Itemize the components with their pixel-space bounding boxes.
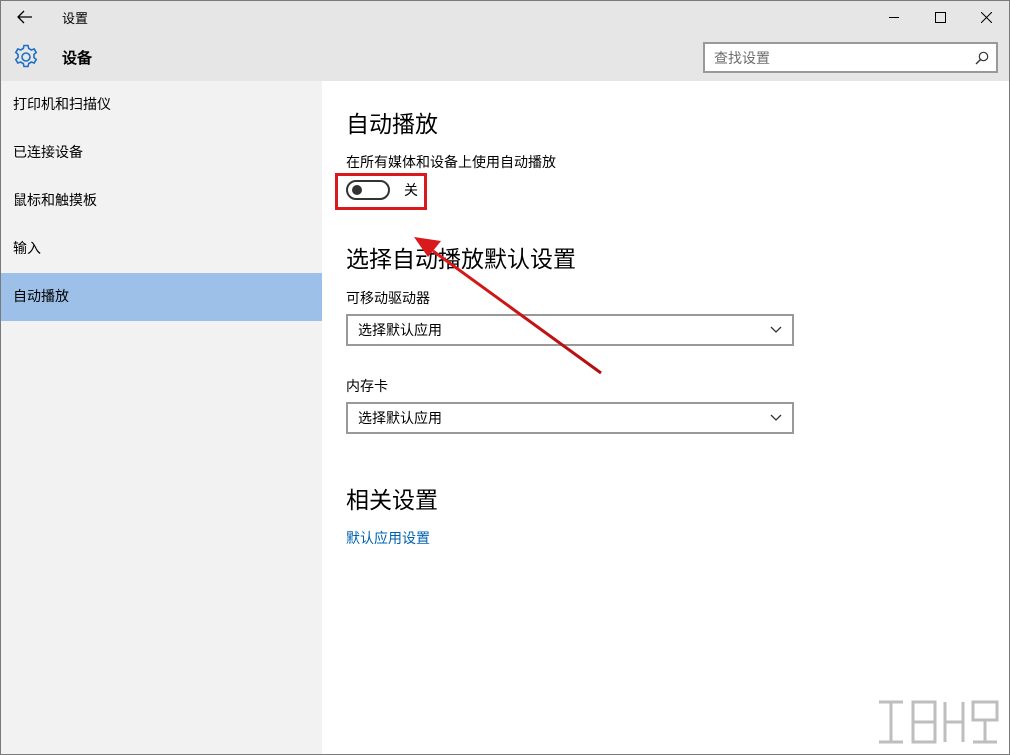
chevron-down-icon: [760, 316, 792, 344]
removable-drive-dropdown[interactable]: 选择默认应用: [346, 314, 794, 346]
sidebar-item-autoplay[interactable]: 自动播放: [1, 273, 322, 321]
annotation-highlight-box: [335, 173, 427, 210]
close-button[interactable]: [963, 1, 1009, 33]
settings-window: 设置 设备 查找设置 打印机和扫描仪 已连接设备 鼠标和触摸板: [0, 0, 1010, 755]
title-bar: 设置: [1, 1, 1009, 33]
memory-card-dropdown[interactable]: 选择默认应用: [346, 402, 794, 434]
main-content: 自动播放 在所有媒体和设备上使用自动播放 关 选择自动播放默认设置 可移动驱动器…: [322, 81, 1009, 755]
defaults-heading: 选择自动播放默认设置: [346, 240, 576, 274]
watermark-logo: [873, 694, 1005, 752]
memory-card-value: 选择默认应用: [348, 408, 760, 428]
search-placeholder[interactable]: 查找设置: [705, 48, 968, 68]
search-icon[interactable]: [968, 44, 996, 71]
search-input[interactable]: 查找设置: [703, 42, 998, 73]
autoplay-heading: 自动播放: [346, 105, 438, 139]
sidebar-item-connected-devices[interactable]: 已连接设备: [1, 129, 322, 177]
back-arrow-icon: [17, 10, 33, 24]
close-icon: [981, 12, 992, 23]
maximize-icon: [935, 12, 946, 23]
page-title: 设备: [62, 47, 92, 68]
default-apps-link[interactable]: 默认应用设置: [346, 528, 430, 548]
removable-drive-value: 选择默认应用: [348, 320, 760, 340]
removable-drive-label: 可移动驱动器: [346, 288, 430, 308]
chevron-down-icon: [760, 404, 792, 432]
maximize-button[interactable]: [917, 1, 963, 33]
sidebar-item-printers[interactable]: 打印机和扫描仪: [1, 81, 322, 129]
window-title: 设置: [62, 8, 88, 27]
sidebar-item-typing[interactable]: 输入: [1, 225, 322, 273]
autoplay-description: 在所有媒体和设备上使用自动播放: [346, 152, 556, 172]
minimize-button[interactable]: [871, 1, 917, 33]
sidebar-item-mouse-touchpad[interactable]: 鼠标和触摸板: [1, 177, 322, 225]
sidebar: 打印机和扫描仪 已连接设备 鼠标和触摸板 输入 自动播放: [1, 81, 322, 755]
memory-card-label: 内存卡: [346, 376, 388, 396]
related-settings-heading: 相关设置: [346, 481, 438, 515]
minimize-icon: [889, 12, 900, 23]
page-header: 设备 查找设置: [1, 33, 1009, 81]
gear-icon: [13, 44, 39, 70]
back-button[interactable]: [1, 1, 49, 33]
